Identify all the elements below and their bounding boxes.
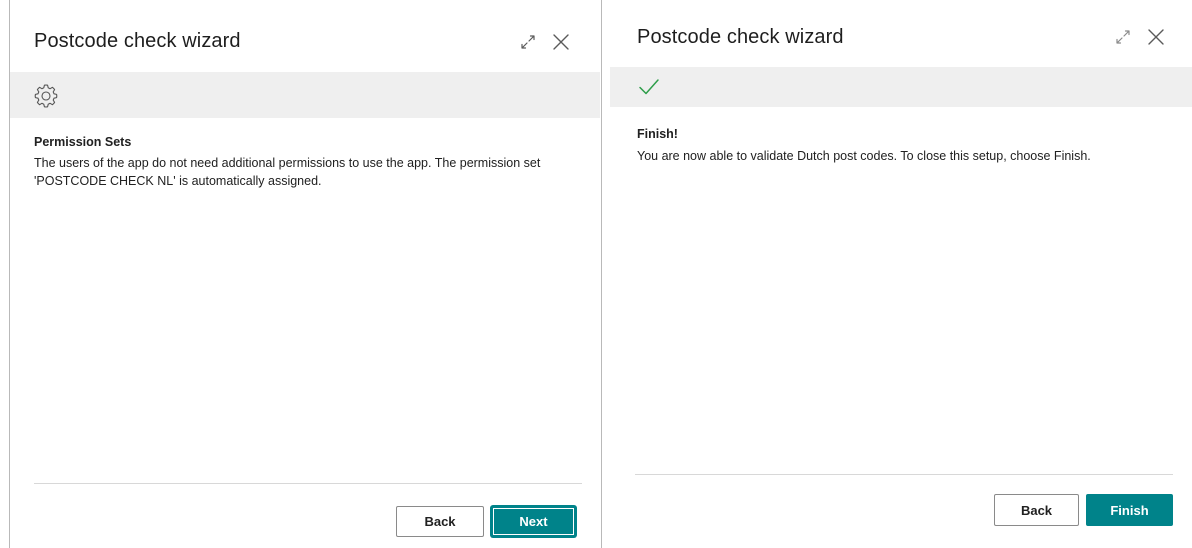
close-button[interactable] — [550, 31, 572, 53]
screenshot-stage: Postcode check wizard Permission Sets Th… — [0, 0, 1192, 548]
step-description: You are now able to validate Dutch post … — [637, 149, 1091, 163]
close-icon — [1148, 29, 1164, 45]
footer-divider — [34, 483, 582, 484]
footer-divider — [635, 474, 1173, 475]
panel-separator — [601, 0, 602, 548]
left-panel-border — [9, 0, 10, 548]
step-heading: Permission Sets — [34, 135, 132, 149]
close-icon — [553, 34, 569, 50]
dialog-title: Postcode check wizard — [637, 26, 844, 48]
step-banner — [610, 67, 1192, 107]
expand-icon — [1116, 30, 1130, 44]
expand-button[interactable] — [517, 31, 539, 53]
gear-icon — [33, 83, 59, 109]
step-banner — [10, 72, 600, 118]
close-button[interactable] — [1145, 26, 1167, 48]
step-description: The users of the app do not need additio… — [34, 156, 541, 188]
next-button[interactable]: Next — [491, 506, 576, 537]
step-heading: Finish! — [637, 127, 678, 141]
finish-button[interactable]: Finish — [1086, 494, 1173, 526]
wizard-dialog-permissions: Postcode check wizard Permission Sets Th… — [0, 0, 600, 548]
wizard-dialog-finish: Postcode check wizard Finish! You are no… — [607, 0, 1192, 548]
back-button[interactable]: Back — [396, 506, 484, 537]
expand-button[interactable] — [1112, 26, 1134, 48]
back-button[interactable]: Back — [994, 494, 1079, 526]
dialog-title: Postcode check wizard — [34, 30, 241, 52]
checkmark-icon — [637, 75, 661, 99]
expand-icon — [521, 35, 535, 49]
